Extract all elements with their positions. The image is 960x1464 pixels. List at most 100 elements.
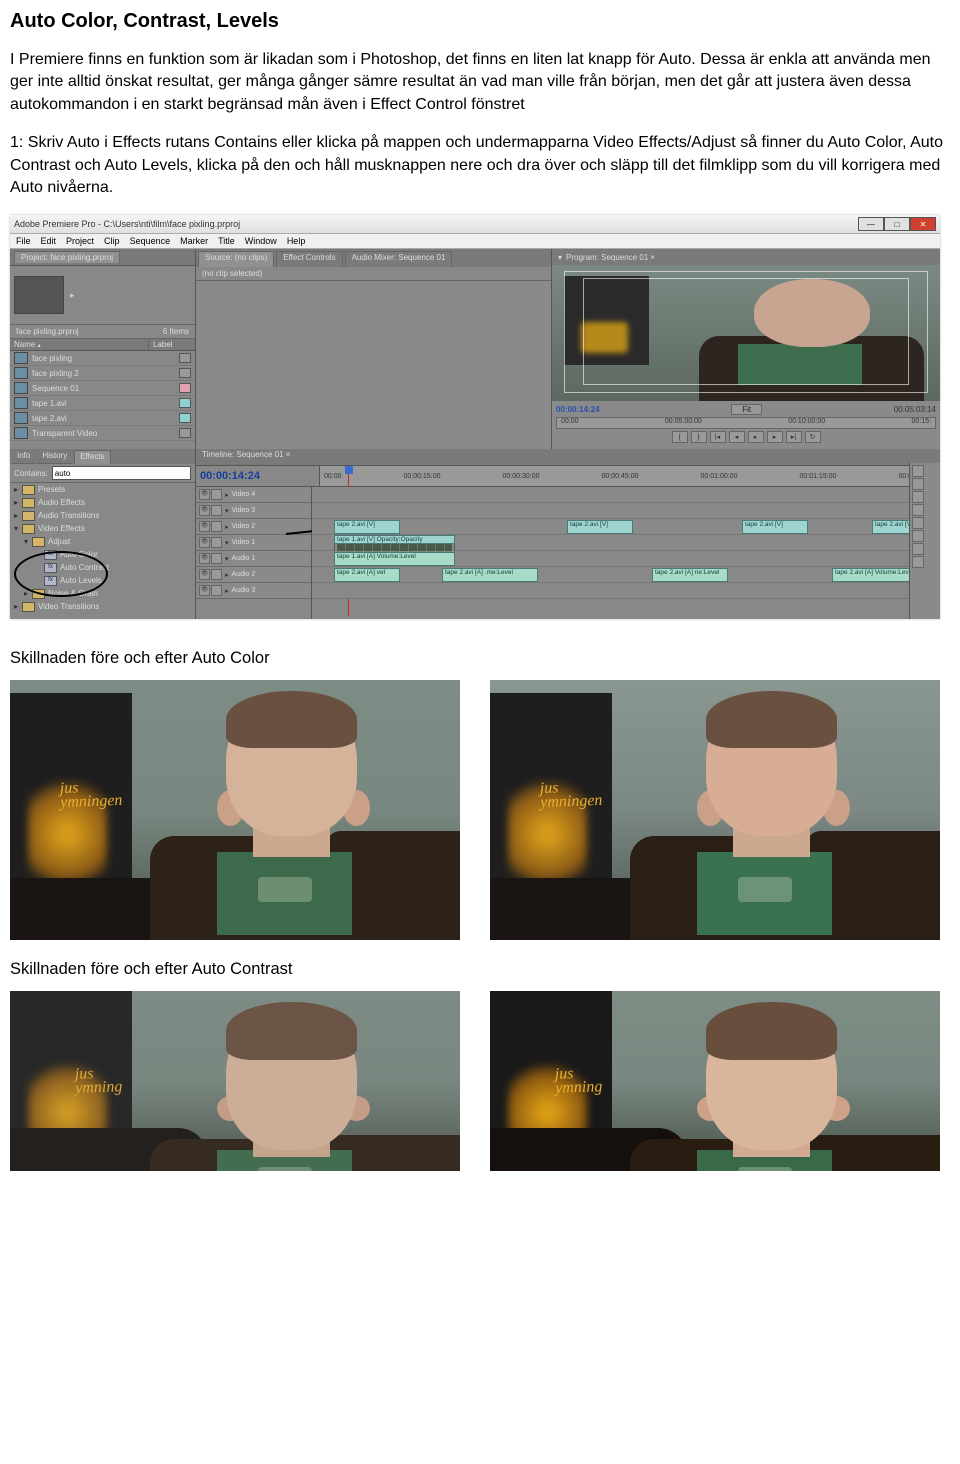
eye-icon[interactable]: 👁 [199, 489, 210, 500]
hand-tool[interactable] [912, 543, 924, 555]
razor-tool[interactable] [912, 504, 924, 516]
mark-in-button[interactable]: { [672, 431, 688, 443]
lock-icon[interactable] [211, 553, 222, 564]
window-minimize-button[interactable]: — [858, 217, 884, 231]
timeline-clip[interactable]: tape 2.avi [V] [334, 520, 400, 534]
window-close-button[interactable]: ✕ [910, 217, 936, 231]
menu-title[interactable]: Title [218, 236, 235, 246]
program-timecode-current[interactable]: 00:00:14:24 [556, 405, 600, 414]
track-header-video-1[interactable]: 👁▾Video 1 [196, 535, 311, 551]
source-tab[interactable]: Effect Controls [276, 251, 342, 267]
folder-audio-effects[interactable]: ▸Audio Effects [10, 496, 195, 509]
track-header-audio-3[interactable]: 👁▸Audio 3 [196, 583, 311, 599]
timeline-tab[interactable]: Timeline: Sequence 01 [202, 450, 284, 459]
eye-icon[interactable]: 👁 [199, 569, 210, 580]
step-fwd-button[interactable]: ▸ [767, 431, 783, 443]
disclosure-arrow[interactable]: ▾ [24, 537, 32, 546]
track-lane[interactable]: tape 2.avi [A] veltape 2.avi [A] .me:Lev… [312, 567, 940, 583]
track-header-video-2[interactable]: 👁▸Video 2 [196, 519, 311, 535]
timeline-timecode[interactable]: 00:00:14:24 [200, 470, 260, 482]
project-item[interactable]: tape 1.avi [10, 396, 195, 411]
lock-icon[interactable] [211, 537, 222, 548]
track-header-video-3[interactable]: 👁▾Video 3 [196, 503, 311, 519]
pen-tool[interactable] [912, 530, 924, 542]
track-lane[interactable]: tape 1.avi [A] Volume:Level [312, 551, 940, 567]
eye-icon[interactable]: 👁 [199, 505, 210, 516]
folder-presets[interactable]: ▸Presets [10, 483, 195, 496]
program-tab[interactable]: Program: Sequence 01 [566, 253, 648, 262]
effect-auto-levels[interactable]: fxAuto Levels [10, 574, 195, 587]
zoom-tool[interactable] [912, 556, 924, 568]
menu-help[interactable]: Help [287, 236, 306, 246]
slip-tool[interactable] [912, 517, 924, 529]
lock-icon[interactable] [211, 521, 222, 532]
timeline-clip[interactable]: tape 2.avi [V] [567, 520, 633, 534]
track-lane[interactable] [312, 503, 940, 519]
menu-clip[interactable]: Clip [104, 236, 120, 246]
project-item[interactable]: face pixling [10, 351, 195, 366]
ripple-tool[interactable] [912, 491, 924, 503]
goto-out-button[interactable]: ▸| [786, 431, 802, 443]
play-button[interactable]: ▸ [748, 431, 764, 443]
eye-icon[interactable]: 👁 [199, 585, 210, 596]
eye-icon[interactable]: 👁 [199, 553, 210, 564]
effects-tab-info[interactable]: Info [12, 450, 35, 464]
eye-icon[interactable]: 👁 [199, 537, 210, 548]
step-back-button[interactable]: ◂ [729, 431, 745, 443]
disclosure-arrow[interactable]: ▸ [24, 589, 32, 598]
effect-auto-contrast[interactable]: fxAuto Contrast [10, 561, 195, 574]
timeline-ruler[interactable]: 00:0000:00:15:0000:00:30:0000:00:45:0000… [320, 466, 940, 486]
menu-file[interactable]: File [16, 236, 31, 246]
eye-icon[interactable]: 👁 [199, 521, 210, 532]
goto-in-button[interactable]: |◂ [710, 431, 726, 443]
program-zoom-fit[interactable]: Fit [731, 404, 762, 415]
folder-noise-&-grain[interactable]: ▸Noise & Grain [10, 587, 195, 600]
track-select-tool[interactable] [912, 478, 924, 490]
program-monitor[interactable] [552, 265, 940, 401]
menu-marker[interactable]: Marker [180, 236, 208, 246]
effect-auto-color[interactable]: fxAuto Color [10, 548, 195, 561]
effects-tab-history[interactable]: History [37, 450, 72, 464]
source-tab[interactable]: Audio Mixer: Sequence 01 [345, 251, 453, 267]
mark-out-button[interactable]: } [691, 431, 707, 443]
timeline-clip[interactable]: tape 2.avi [A] vel [334, 568, 400, 582]
play-icon[interactable]: ▸ [70, 290, 80, 300]
source-tab[interactable]: Source: (no clips) [198, 251, 274, 267]
lock-icon[interactable] [211, 489, 222, 500]
disclosure-arrow[interactable]: ▸ [14, 602, 22, 611]
timeline-clip[interactable]: tape 1.avi [A] Volume:Level [334, 552, 455, 566]
lock-icon[interactable] [211, 569, 222, 580]
timeline-clip[interactable]: tape 2.avi [A] ne:Level [652, 568, 728, 582]
project-item[interactable]: Sequence 01 [10, 381, 195, 396]
folder-audio-transitions[interactable]: ▸Audio Transitions [10, 509, 195, 522]
disclosure-arrow[interactable]: ▸ [14, 498, 22, 507]
lock-icon[interactable] [211, 585, 222, 596]
project-tab[interactable]: Project: face pixling.prproj [14, 251, 120, 263]
contains-input[interactable] [52, 466, 191, 480]
disclosure-arrow[interactable]: ▸ [14, 511, 22, 520]
track-header-video-4[interactable]: 👁▸Video 4 [196, 487, 311, 503]
window-maximize-button[interactable]: □ [884, 217, 910, 231]
disclosure-arrow[interactable]: ▸ [14, 485, 22, 494]
menu-project[interactable]: Project [66, 236, 94, 246]
selection-tool[interactable] [912, 465, 924, 477]
folder-video-transitions[interactable]: ▸Video Transitions [10, 600, 195, 613]
disclosure-arrow[interactable]: ▾ [14, 524, 22, 533]
track-lane[interactable] [312, 487, 940, 503]
effects-tab-effects[interactable]: Effects [74, 450, 110, 464]
track-lane[interactable] [312, 583, 940, 599]
column-label[interactable]: Label [149, 339, 177, 350]
folder-video-effects[interactable]: ▾Video Effects [10, 522, 195, 535]
column-name[interactable]: Name ▴ [10, 339, 149, 350]
timeline-clip[interactable]: tape 2.avi [V] [742, 520, 808, 534]
lock-icon[interactable] [211, 505, 222, 516]
menu-edit[interactable]: Edit [41, 236, 57, 246]
loop-button[interactable]: ↻ [805, 431, 821, 443]
menu-window[interactable]: Window [245, 236, 277, 246]
track-header-audio-2[interactable]: 👁▸Audio 2 [196, 567, 311, 583]
project-item[interactable]: face pixling 2 [10, 366, 195, 381]
project-item[interactable]: tape 2.avi [10, 411, 195, 426]
track-header-audio-1[interactable]: 👁▾Audio 1 [196, 551, 311, 567]
folder-adjust[interactable]: ▾Adjust [10, 535, 195, 548]
menu-sequence[interactable]: Sequence [130, 236, 171, 246]
